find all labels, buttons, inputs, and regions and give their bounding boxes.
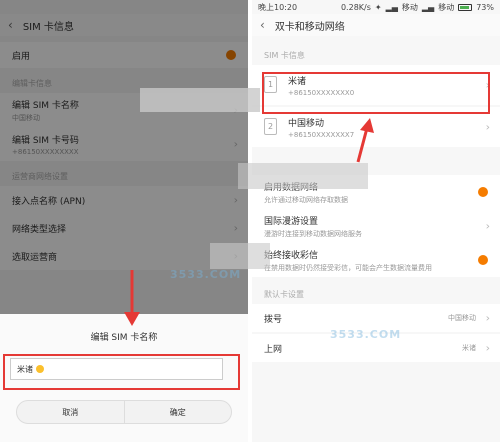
blur-patch [140,88,260,112]
watermark: 3533.COM [170,268,242,281]
watermark: 3533.COM [330,328,402,341]
blur-patch [210,243,270,269]
left-screenshot: ‹ SIM 卡信息 启用 编辑卡信息 编辑 SIM 卡名称 中国移动 › 编辑 … [0,0,248,442]
blur-patch [238,163,368,189]
red-arrow-down [124,270,140,326]
right-screenshot: 晚上10:20 0.28K/s ✦ ▂▄ 移动 ▂▄ 移动 73% ‹ 双卡和移… [252,0,500,442]
red-arrow-up [356,118,374,163]
